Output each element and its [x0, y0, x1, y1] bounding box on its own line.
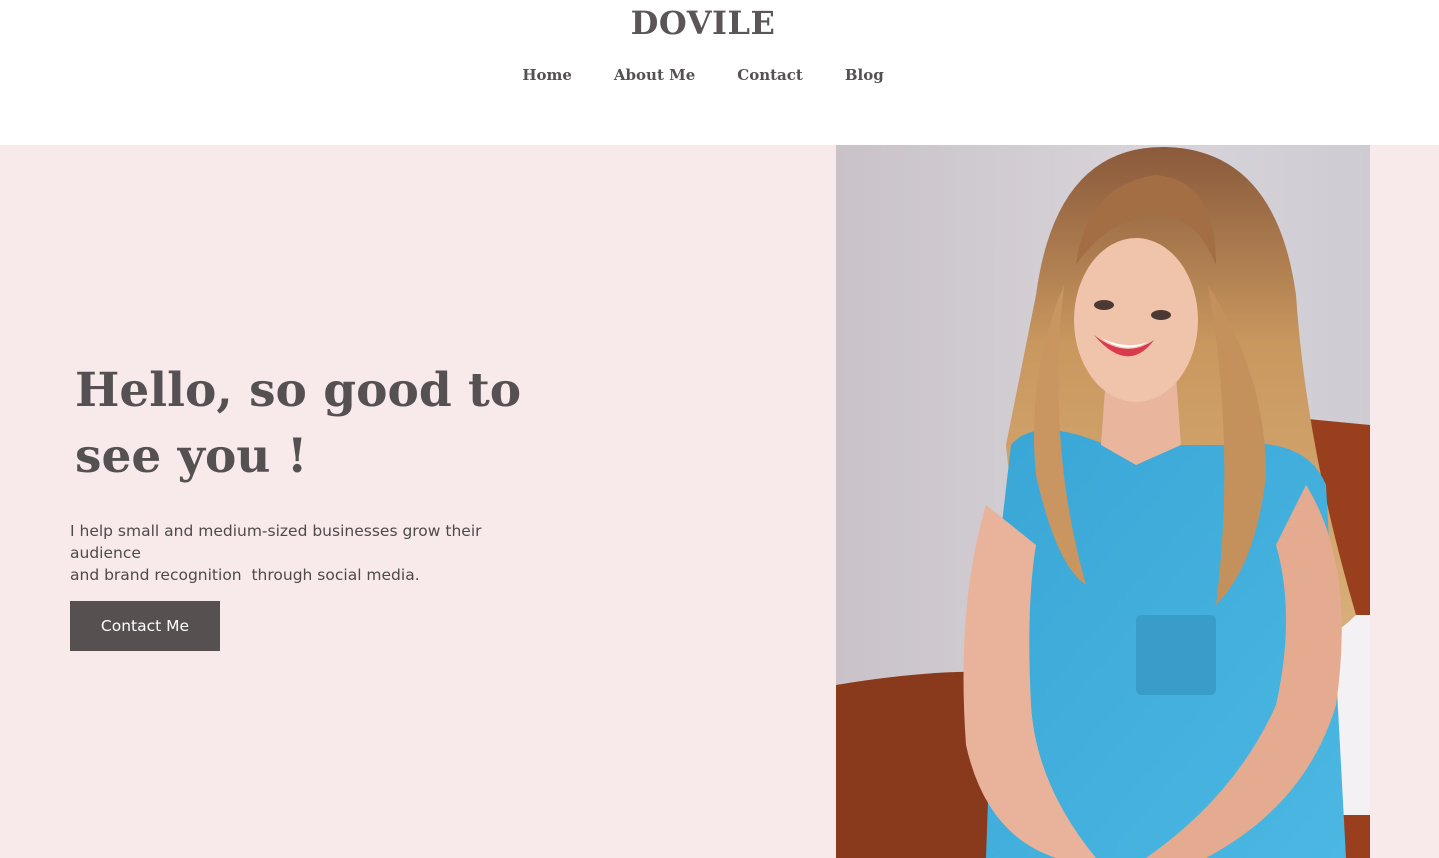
hero-headline: Hello, so good to see you !: [75, 358, 545, 490]
portrait-illustration: [836, 145, 1370, 858]
hero-section: Hello, so good to see you ! I help small…: [0, 145, 1439, 858]
main-nav: Home About Me Contact Blog: [0, 66, 1406, 84]
portrait-photo: [836, 145, 1370, 858]
hero-subtext-line2: and brand recognition through social med…: [70, 566, 420, 584]
hero-subtext: I help small and medium-sized businesses…: [70, 520, 550, 586]
site-logo[interactable]: DOVILE: [0, 4, 1406, 42]
hero-headline-line1: Hello, so good to: [75, 363, 522, 418]
hero-subtext-line1: I help small and medium-sized businesses…: [70, 522, 482, 562]
contact-me-button[interactable]: Contact Me: [70, 601, 220, 651]
nav-about-me[interactable]: About Me: [614, 66, 695, 84]
nav-home[interactable]: Home: [522, 66, 572, 84]
nav-contact[interactable]: Contact: [737, 66, 803, 84]
hero-headline-line2: see you !: [75, 429, 308, 484]
site-header: DOVILE Home About Me Contact Blog: [0, 0, 1439, 145]
nav-blog[interactable]: Blog: [845, 66, 884, 84]
